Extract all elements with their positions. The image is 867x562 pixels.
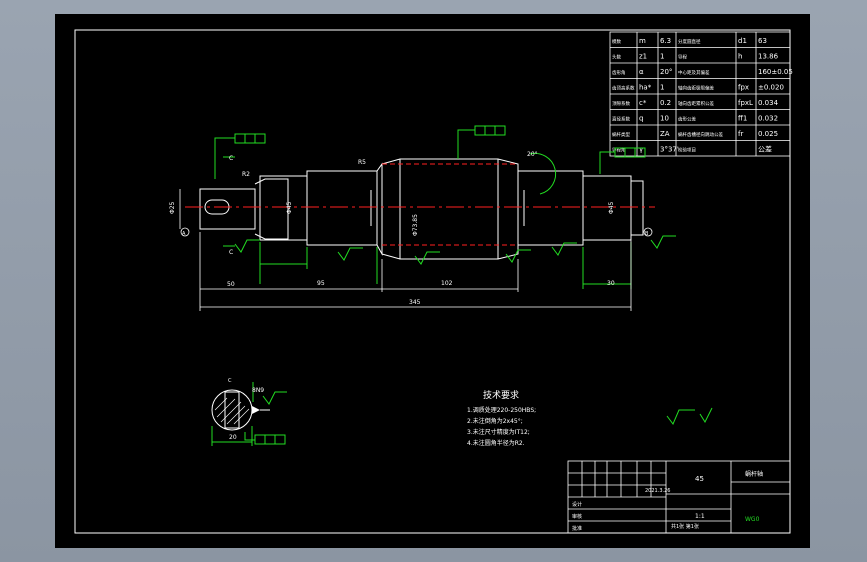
label-design: 设计: [572, 501, 582, 508]
dim-keylen: 30: [607, 280, 615, 287]
sheet-text: 共1张 第1张: [671, 523, 699, 530]
shaft-shoulder: [376, 162, 383, 256]
param-cell: m: [639, 37, 646, 45]
tech-req-item: 3.未注尺寸精度为IT12;: [467, 428, 530, 436]
drawing-canvas: 模数 m 6.3 分度圆直径 d1 63 头数 z1 1 导程 h 13.86 齿形角 α 20° 中心距及其…: [74, 29, 793, 534]
shaft-right-end: [630, 180, 644, 236]
cad-viewport: 模数 m 6.3 分度圆直径 d1 63 头数 z1 1 导程 h 13.86 齿形角 α 20° 中心距及其…: [0, 0, 867, 562]
param-cell: 直径系数: [612, 115, 630, 122]
param-cell: 齿顶高系数: [612, 84, 635, 91]
dim-angle: 20°: [527, 151, 538, 158]
param-cell: 0.025: [758, 130, 778, 138]
dim-radius2: R5: [358, 159, 366, 166]
label-approve: 批准: [572, 525, 582, 532]
parameter-table: 模数 m 6.3 分度圆直径 d1 63 头数 z1 1 导程 h 13.86 齿形角 α 20° 中心距及其…: [609, 31, 793, 157]
tech-req-title: 技术要求: [483, 389, 519, 401]
param-cell: 1: [660, 52, 664, 60]
dim-dia4: Φ45: [608, 201, 615, 214]
param-cell: 0.032: [758, 114, 778, 122]
date-text: 2021.3.26: [645, 488, 670, 494]
param-cell: 6.3: [660, 37, 671, 45]
param-cell: 检验项目: [678, 146, 696, 153]
roughness-symbol: [666, 407, 713, 425]
section-c-top: C: [229, 155, 233, 162]
param-cell: 导程: [678, 53, 687, 60]
dim-seg3: 102: [441, 280, 453, 287]
param-cell: 分度圆直径: [678, 38, 701, 45]
param-cell: 0.2: [660, 99, 671, 107]
param-cell: 20°: [660, 68, 672, 76]
param-cell: 160±0.05: [758, 68, 793, 76]
param-cell: c*: [639, 99, 647, 107]
tech-req-item: 2.未注倒角为2x45°;: [467, 417, 523, 425]
param-cell: 中心距及其偏差: [678, 69, 710, 76]
technical-requirements: 技术要求 1.调质处理220-250HBS; 2.未注倒角为2x45°; 3.未…: [467, 389, 536, 447]
section-width: 20: [229, 434, 237, 441]
param-cell: z1: [639, 52, 647, 60]
param-cell: 1: [660, 83, 664, 91]
param-cell: fpxL: [738, 99, 753, 107]
drawing-no: WG0: [745, 516, 760, 523]
param-cell: d1: [738, 37, 747, 45]
dim-seg2: 95: [317, 280, 325, 287]
param-cell: 13.86: [758, 52, 779, 60]
param-cell: ha*: [639, 83, 652, 91]
param-cell: fr: [738, 130, 743, 138]
param-cell: 10: [660, 114, 669, 122]
section-key: 8N9: [252, 387, 264, 394]
drawing-sheet[interactable]: 模数 m 6.3 分度圆直径 d1 63 头数 z1 1 导程 h 13.86 齿形角 α 20° 中心距及其…: [55, 14, 810, 548]
param-cell: 蜗杆齿槽径向跳动公差: [678, 131, 723, 138]
material-text: 45: [695, 475, 704, 483]
dim-dia3: Φ73.85: [412, 214, 419, 236]
param-cell: 蜗杆类型: [612, 131, 630, 138]
shaft-step-3: [517, 170, 584, 246]
param-cell: 轴向齿距极限偏差: [678, 84, 714, 91]
param-cell: 顶隙系数: [612, 100, 630, 107]
param-cell: 模数: [612, 38, 621, 45]
param-cell: 齿形公差: [678, 115, 696, 122]
dim-seg1: 50: [227, 281, 235, 288]
label-check: 审核: [572, 513, 582, 520]
param-cell: 头数: [612, 53, 621, 60]
param-cell: ±0.020: [758, 83, 784, 91]
tech-req-item: 4.未注圆角半径为R2.: [467, 439, 525, 447]
dim-radius1: R2: [242, 171, 250, 178]
param-cell: 3°37': [660, 145, 679, 153]
section-label: C: [228, 378, 232, 384]
param-cell: 齿形角: [612, 69, 626, 76]
param-cell: 0.034: [758, 99, 779, 107]
param-cell: fpx: [738, 83, 749, 91]
param-cell: γ: [639, 145, 643, 153]
param-cell: α: [639, 68, 644, 76]
param-cell: q: [639, 114, 643, 122]
scale-text: 1:1: [695, 513, 705, 520]
shaft-view: [199, 158, 644, 260]
ref-a: A: [182, 231, 186, 237]
part-name: 蜗杆轴: [745, 470, 763, 478]
shaft-left-end: [199, 188, 256, 230]
param-cell: 公差: [758, 144, 772, 153]
dim-overall: 345: [409, 299, 421, 306]
section-view: 8N9 20 C: [211, 378, 287, 446]
param-cell: ZA: [660, 130, 670, 138]
param-cell: 轴向齿距累积公差: [678, 100, 714, 107]
tech-req-item: 1.调质处理220-250HBS;: [467, 406, 536, 414]
param-cell: ff1: [738, 114, 747, 122]
dim-dia1: Φ25: [169, 201, 176, 214]
dim-dia2: Φ45: [286, 201, 293, 214]
shaft-journal-left: [259, 175, 308, 241]
shaft-journal-right: [582, 175, 632, 241]
param-cell: h: [738, 52, 742, 60]
section-c-bottom: C: [229, 249, 233, 256]
ref-b: B: [645, 231, 649, 237]
title-block-texts: 45 蜗杆轴 1:1 WG0 2021.3.26 设计 审核 批准 共1张 第1…: [572, 470, 763, 532]
param-cell: 63: [758, 37, 767, 45]
shaft-step-2: [306, 170, 378, 246]
